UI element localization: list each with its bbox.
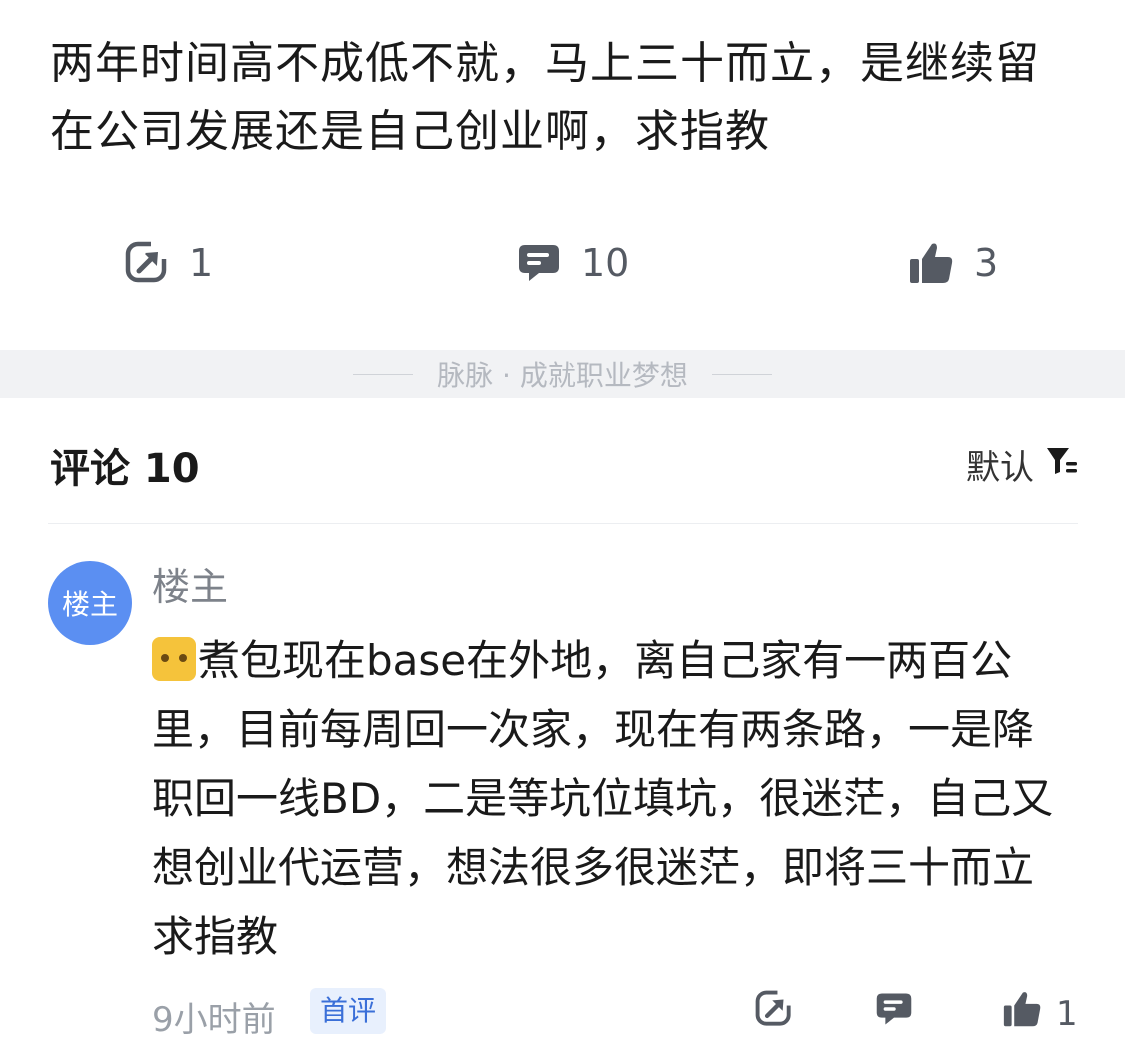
share-button[interactable]: 1 xyxy=(125,238,213,288)
comment-meta: 9小时前 首评 1 xyxy=(152,988,1078,1040)
comments-header: 评论 10 默认 xyxy=(50,430,1078,492)
comment-icon xyxy=(875,990,913,1037)
comment-author[interactable]: 楼主 xyxy=(152,556,228,611)
share-icon xyxy=(125,241,169,285)
header-divider xyxy=(48,523,1078,524)
share-count: 1 xyxy=(189,241,214,285)
post-content: 两年时间高不成低不就，马上三十而立，是继续留在公司发展还是自己创业啊，求指教 xyxy=(50,38,1040,157)
comment-count: 10 xyxy=(581,241,630,285)
like-count: 3 xyxy=(974,241,999,285)
slogan-text: 脉脉 · 成就职业梦想 xyxy=(437,359,688,392)
avatar-text: 楼主 xyxy=(61,588,118,621)
avatar[interactable]: 楼主 xyxy=(48,561,132,645)
filter-icon xyxy=(1046,445,1078,485)
slogan-banner: 脉脉 · 成就职业梦想 xyxy=(0,350,1125,398)
like-button[interactable]: 3 xyxy=(908,238,998,288)
thumbs-up-icon xyxy=(1002,990,1042,1037)
comments-title: 评论 10 xyxy=(50,446,200,492)
comment-icon xyxy=(517,241,561,285)
slogan-right-line xyxy=(711,373,772,375)
comment-like-button[interactable]: 1 xyxy=(1002,990,1078,1037)
comment-reply-button[interactable] xyxy=(875,990,913,1037)
comment-text-content: 煮包现在base在外地，离自己家有一两百公里，目前每周回一次家，现在有两条路，一… xyxy=(152,636,1054,961)
post-action-bar: 1 10 3 xyxy=(0,220,1125,300)
sort-dropdown[interactable]: 默认 xyxy=(966,440,1078,489)
sort-label: 默认 xyxy=(966,448,1034,488)
comment-text: 煮包现在base在外地，离自己家有一两百公里，目前每周回一次家，现在有两条路，一… xyxy=(152,626,1072,971)
comment-share-button[interactable] xyxy=(755,990,793,1037)
share-icon xyxy=(755,990,793,1037)
thumbs-up-icon xyxy=(908,241,954,285)
first-comment-badge: 首评 xyxy=(310,988,387,1034)
comment-time: 9小时前 xyxy=(152,1000,276,1040)
sweat-smile-emoji-icon xyxy=(152,637,196,681)
comment-button[interactable]: 10 xyxy=(517,238,629,288)
post-detail-page: 两年时间高不成低不就，马上三十而立，是继续留在公司发展还是自己创业啊，求指教 1 xyxy=(0,0,1125,1051)
comment-like-count: 1 xyxy=(1056,993,1078,1034)
slogan-left-line xyxy=(353,373,414,375)
